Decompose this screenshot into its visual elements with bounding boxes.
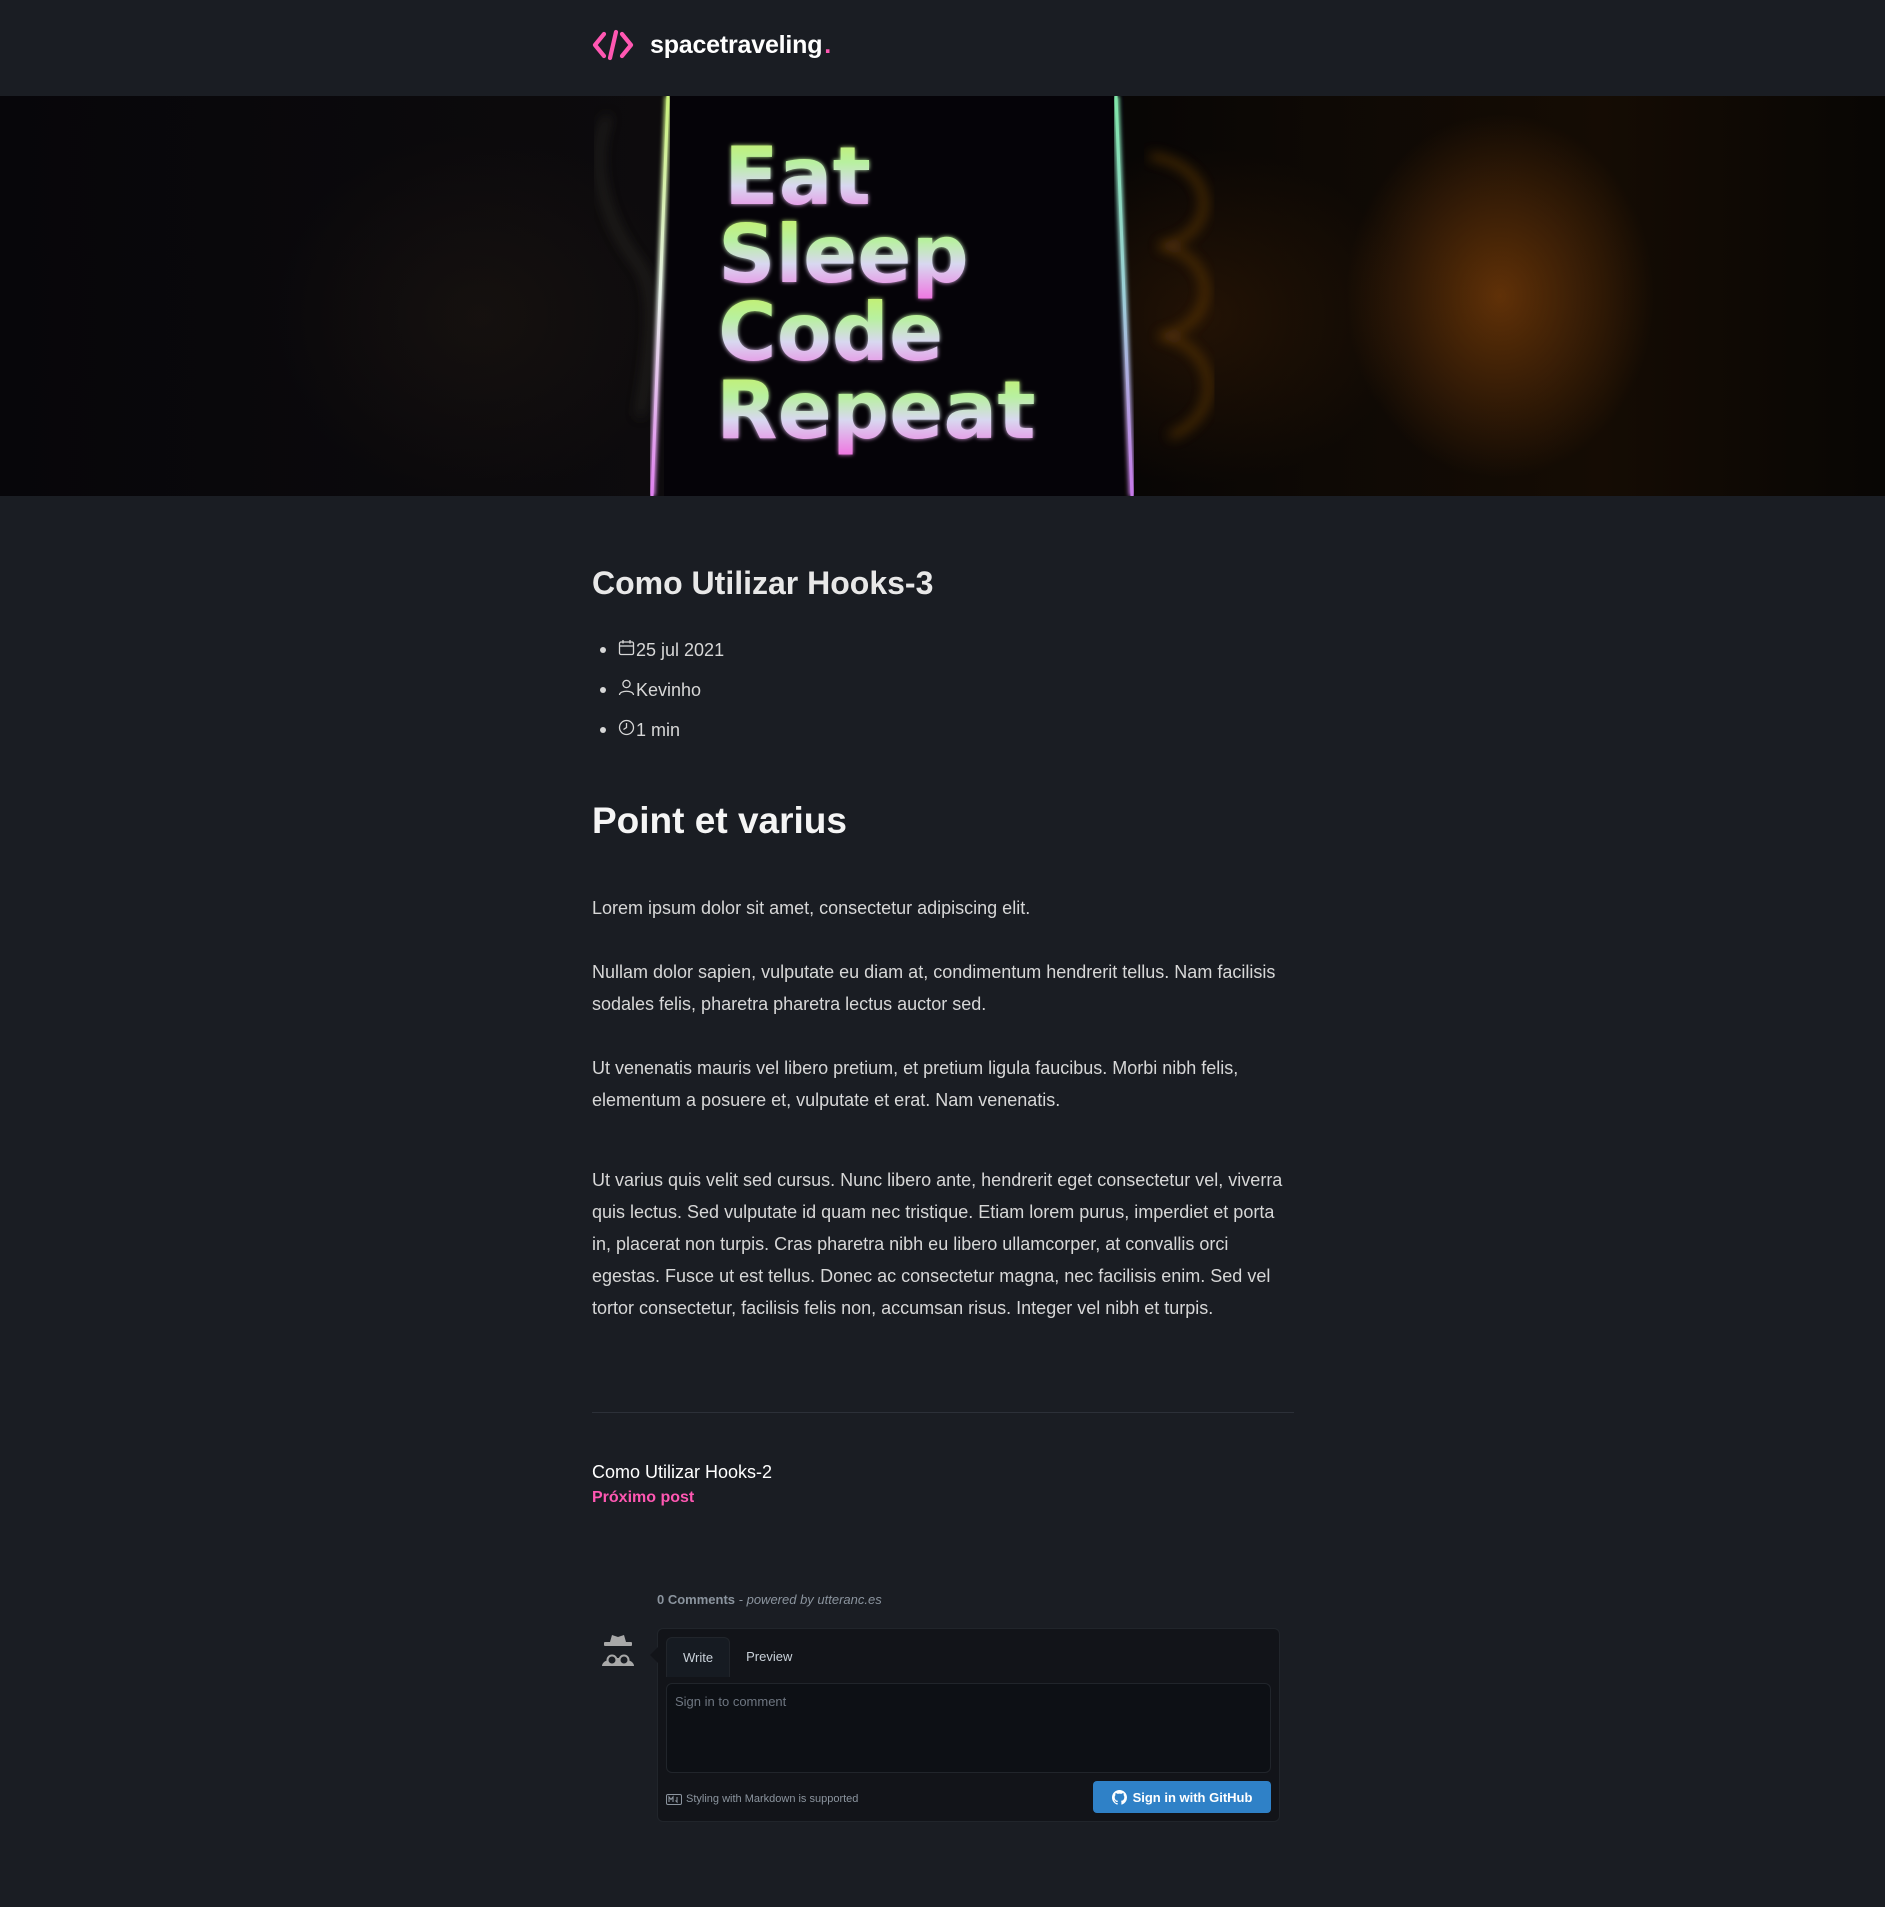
banner-illustration: Eat Sleep Code Repeat Eat Sleep Code Rep… [596, 96, 1212, 496]
site-header: spacetraveling . [0, 0, 1885, 96]
next-post-title[interactable]: Como Utilizar Hooks-2 [592, 1458, 772, 1486]
markdown-note[interactable]: Styling with Markdown is supported [666, 1793, 858, 1805]
paragraph: Lorem ipsum dolor sit amet, consectetur … [592, 898, 1031, 918]
paragraph: Ut venenatis mauris vel libero pretium, … [592, 1058, 1239, 1110]
code-brackets-icon [592, 29, 634, 61]
paragraph: Nullam dolor sapien, vulputate eu diam a… [592, 962, 1276, 1014]
section-heading: Point et varius [592, 800, 847, 841]
anonymous-avatar-icon [602, 1635, 634, 1666]
post-date: 25 jul 2021 [592, 630, 1294, 670]
sign-in-label: Sign in with GitHub [1132, 1789, 1253, 1805]
sign-in-github-button[interactable]: Sign in with GitHub [1093, 1781, 1271, 1813]
brand-name: spacetraveling [650, 30, 823, 59]
markdown-note-text: Styling with Markdown is supported [686, 1793, 859, 1805]
post-banner-image: Eat Sleep Code Repeat Eat Sleep Code Rep… [0, 96, 1885, 496]
svg-text:Repeat: Repeat [716, 364, 1036, 457]
calendar-icon [618, 639, 635, 655]
bullet [600, 687, 606, 693]
markdown-icon [666, 1793, 682, 1805]
comment-tabs: Write Preview [666, 1637, 808, 1677]
comment-box: Write Preview Styling with Markdown is s… [650, 1628, 1280, 1822]
next-post-link[interactable]: Como Utilizar Hooks-2 Próximo post [592, 1458, 772, 1510]
tab-write[interactable]: Write [666, 1637, 731, 1677]
site-logo[interactable]: spacetraveling . [592, 28, 831, 62]
clock-icon [618, 719, 635, 735]
bullet [600, 727, 606, 733]
divider [592, 1412, 1294, 1413]
github-icon [1111, 1789, 1127, 1805]
post-author-text: Kevinho [636, 679, 702, 700]
post-meta: 25 jul 2021 Kevinho 1 min [592, 630, 1294, 750]
user-icon [618, 679, 635, 695]
next-post-label[interactable]: Próximo post [592, 1486, 772, 1510]
post-reading-time-text: 1 min [636, 719, 681, 740]
post-reading-time: 1 min [592, 710, 1294, 750]
bullet [600, 647, 606, 653]
powered-by[interactable]: - powered by utteranc.es [739, 1592, 882, 1607]
post-title: Como Utilizar Hooks-3 [592, 565, 934, 601]
comments-header: 0 Comments - powered by utteranc.es [657, 1592, 882, 1607]
post-date-text: 25 jul 2021 [636, 639, 725, 660]
brand-dot: . [824, 30, 832, 59]
post-content: Como Utilizar Hooks-3 25 jul 2021 Kevinh… [592, 560, 1294, 1324]
comments-count[interactable]: 0 Comments [657, 1592, 735, 1607]
post-author: Kevinho [592, 670, 1294, 710]
comment-input[interactable] [666, 1683, 1271, 1773]
tab-preview[interactable]: Preview [730, 1637, 808, 1677]
paragraph: Ut varius quis velit sed cursus. Nunc li… [592, 1170, 1283, 1318]
